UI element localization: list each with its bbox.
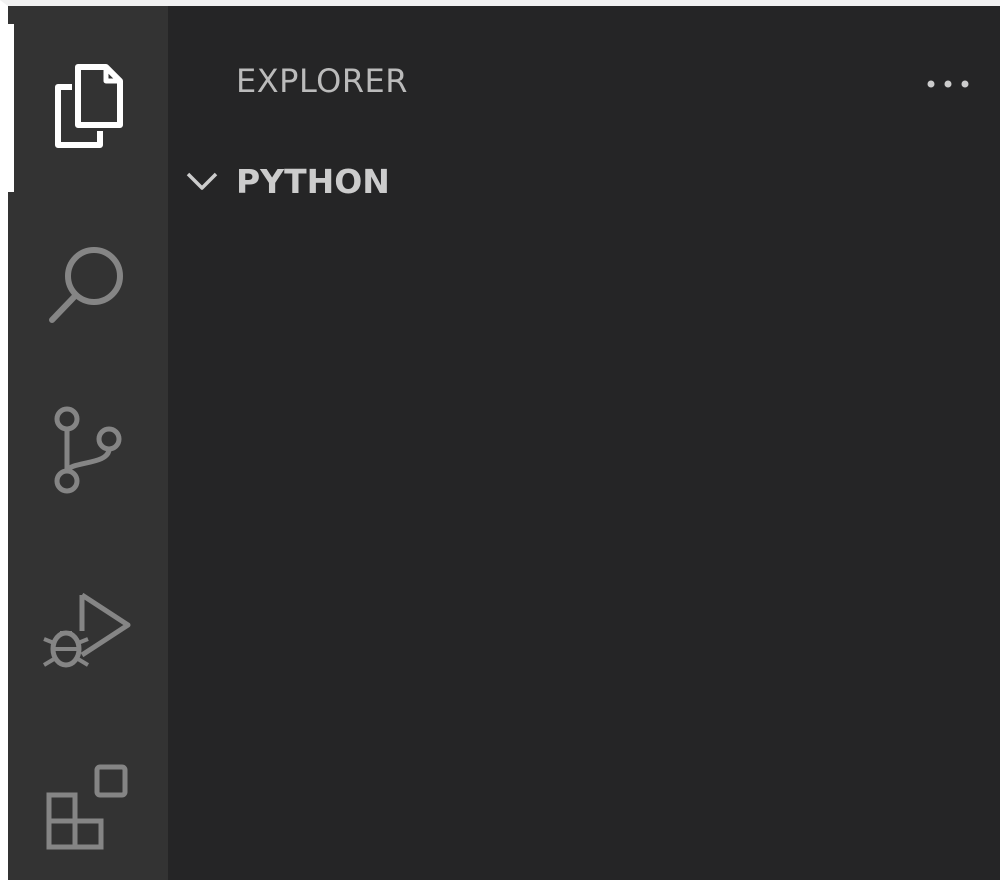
more-actions-button[interactable] <box>922 66 974 102</box>
source-control-icon <box>54 406 122 494</box>
files-icon <box>55 64 123 148</box>
activity-item-search[interactable] <box>8 224 168 344</box>
chevron-down-icon <box>186 172 218 190</box>
extensions-icon <box>46 764 128 850</box>
activity-item-extensions[interactable] <box>8 746 168 866</box>
explorer-sidebar: EXPLORER PYTHON <box>168 6 1000 880</box>
activity-item-run-debug[interactable] <box>8 568 168 688</box>
activity-item-explorer[interactable] <box>8 46 168 166</box>
search-icon <box>49 247 123 323</box>
ellipsis-icon <box>927 80 969 88</box>
section-label: PYTHON <box>236 161 390 201</box>
section-header-python[interactable]: PYTHON <box>182 156 390 206</box>
activity-item-source-control[interactable] <box>8 390 168 510</box>
sidebar-title: EXPLORER <box>236 62 408 100</box>
run-debug-icon <box>42 592 131 668</box>
activity-bar <box>8 6 168 880</box>
